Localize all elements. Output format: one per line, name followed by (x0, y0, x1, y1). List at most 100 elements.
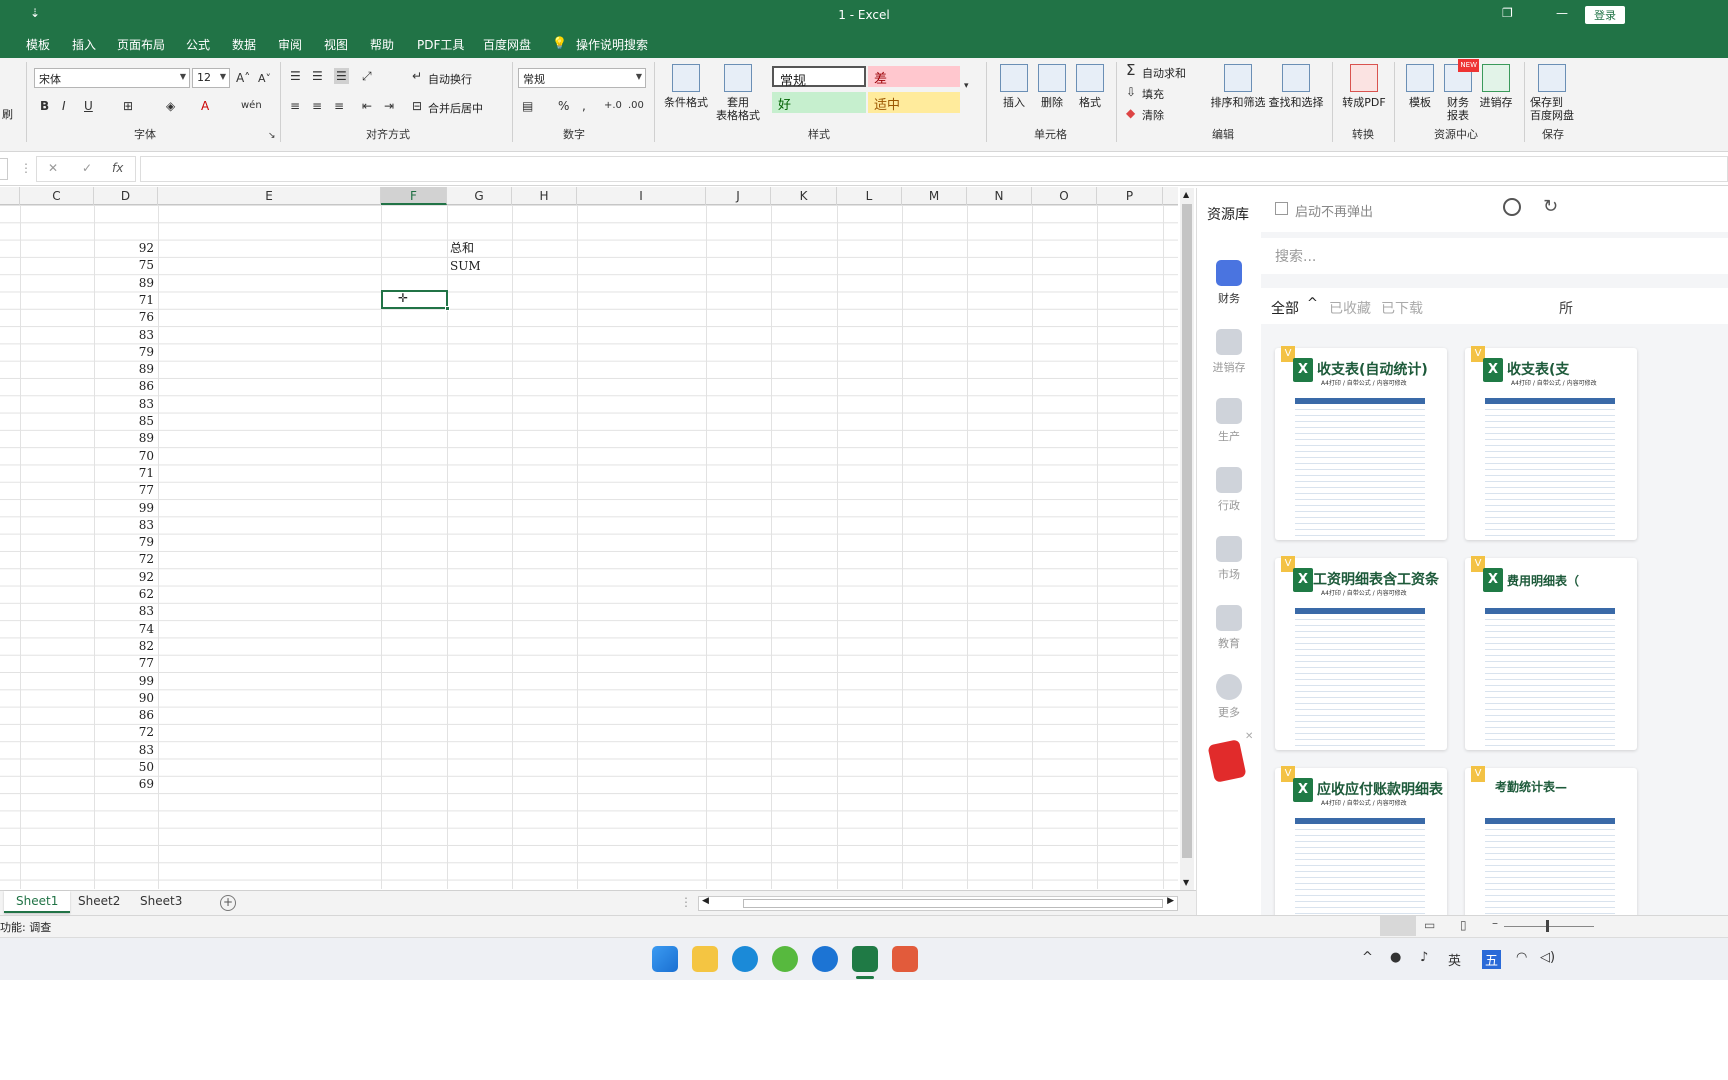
italic-icon[interactable]: I (62, 98, 66, 114)
cell-d-value[interactable]: 86 (94, 707, 154, 724)
template-card[interactable]: V X 工资明细表含工资条 A4打印 / 自带公式 / 内容可修改 (1275, 556, 1447, 750)
cell-d-value[interactable]: 71 (94, 465, 154, 482)
resource-search-input[interactable]: 搜索... (1261, 238, 1728, 274)
cell-d-value[interactable]: 82 (94, 638, 154, 655)
column-header-e[interactable]: E (158, 187, 381, 205)
menu-review[interactable]: 审阅 (278, 36, 302, 53)
formula-bar-options-icon[interactable]: ⋮ (20, 160, 32, 176)
scroll-thumb[interactable] (1182, 204, 1192, 858)
cell-d-value[interactable]: 50 (94, 759, 154, 776)
red-packet-icon[interactable] (1207, 739, 1247, 783)
tab-sheet1[interactable]: Sheet1 (4, 891, 71, 913)
column-header-d[interactable]: D (94, 187, 158, 205)
cell-d-value[interactable]: 83 (94, 327, 154, 344)
menu-pdf-tools[interactable]: PDF工具 (417, 36, 464, 53)
style-bad[interactable]: 差 (868, 66, 960, 87)
row-header-corner[interactable] (0, 187, 20, 205)
vertical-scrollbar[interactable]: ▲ ▼ (1180, 188, 1194, 892)
font-size-select[interactable]: 12 ▼ (192, 68, 230, 88)
cell-d-value[interactable]: 71 (94, 292, 154, 309)
inventory-button[interactable]: 进销存 (1478, 64, 1514, 109)
category-market[interactable]: 市场 (1197, 536, 1261, 582)
tell-me-search[interactable]: 操作说明搜索 (576, 36, 648, 53)
volume-icon[interactable]: ◁) (1540, 950, 1555, 965)
cell-d-value[interactable]: 79 (94, 344, 154, 361)
column-header-p[interactable]: P (1097, 187, 1163, 205)
tray-chevron-icon[interactable]: ^ (1362, 950, 1373, 965)
save-to-netdisk-button[interactable]: 保存到 百度网盘 (1530, 64, 1578, 122)
number-format-select[interactable]: 常规 ▼ (518, 68, 646, 88)
align-left-icon[interactable]: ≡ (290, 98, 300, 114)
cell-d-value[interactable]: 99 (94, 500, 154, 517)
scroll-left-icon[interactable]: ◀ (702, 896, 709, 906)
cell-d-value[interactable]: 75 (94, 257, 154, 274)
qq-icon[interactable]: ● (1390, 950, 1401, 965)
format-as-table-button[interactable]: 套用 表格格式 (710, 64, 766, 122)
border-icon[interactable]: ⊞ (123, 98, 133, 114)
column-header-c[interactable]: C (20, 187, 94, 205)
cell-d-value[interactable]: 83 (94, 517, 154, 534)
cell-grid[interactable] (0, 205, 1178, 889)
user-icon[interactable] (1503, 198, 1521, 216)
styles-more-icon[interactable]: ▾ (964, 78, 969, 94)
zoom-slider-thumb[interactable] (1546, 920, 1549, 932)
merge-center-button[interactable]: 合并后居中 (428, 100, 483, 116)
horizontal-scrollbar[interactable]: ◀ ▶ (698, 896, 1178, 911)
formula-input[interactable] (140, 156, 1728, 182)
decrease-decimal-button[interactable]: .00 (628, 98, 644, 114)
page-break-view-icon[interactable]: ▯ (1460, 918, 1467, 932)
bold-icon[interactable]: B (40, 98, 49, 114)
fill-button[interactable]: 填充 (1142, 86, 1164, 102)
merge-icon[interactable]: ⊟ (412, 98, 422, 114)
menu-formulas[interactable]: 公式 (186, 36, 210, 53)
cell-d-value[interactable]: 92 (94, 569, 154, 586)
cell-d-value[interactable]: 79 (94, 534, 154, 551)
column-header-i[interactable]: I (577, 187, 706, 205)
menu-insert[interactable]: 插入 (72, 36, 96, 53)
minimize-icon[interactable]: — (1556, 6, 1568, 20)
cell-d-value[interactable]: 72 (94, 551, 154, 568)
underline-icon[interactable]: U (84, 98, 93, 114)
cell-d-value[interactable]: 77 (94, 655, 154, 672)
template-card[interactable]: V X 应收应付账款明细表 A4打印 / 自带公式 / 内容可修改 (1275, 766, 1447, 915)
font-grow-icon[interactable]: A˄ (236, 70, 250, 86)
scroll-down-icon[interactable]: ▼ (1183, 878, 1189, 887)
percent-style-button[interactable]: % (558, 98, 569, 114)
cell-d-value[interactable]: 89 (94, 361, 154, 378)
column-header-g[interactable]: G (447, 187, 512, 205)
template-card[interactable]: V X 收支表(自动统计) A4打印 / 自带公式 / 内容可修改 (1275, 346, 1447, 540)
column-header-h[interactable]: H (512, 187, 577, 205)
find-select-button[interactable]: 查找和选择 (1268, 64, 1324, 109)
clear-button[interactable]: 清除 (1142, 107, 1164, 123)
tab-sheet3[interactable]: Sheet3 (128, 891, 194, 913)
worksheet[interactable]: C D E F G H I J K L M N O P 92 75 89 71 76 83… (0, 187, 1178, 889)
cell-d-value[interactable]: 99 (94, 673, 154, 690)
menu-help[interactable]: 帮助 (370, 36, 394, 53)
windows-start-icon[interactable] (652, 946, 678, 972)
cell-d-value[interactable]: 83 (94, 396, 154, 413)
category-education[interactable]: 教育 (1197, 605, 1261, 651)
cell-d-value[interactable]: 89 (94, 430, 154, 447)
conditional-format-button[interactable]: 条件格式 (660, 64, 712, 109)
filter-all[interactable]: 全部 (1271, 298, 1299, 318)
column-header-m[interactable]: M (902, 187, 967, 205)
align-middle-icon[interactable]: ☰ (312, 68, 323, 84)
align-center-icon[interactable]: ≡ (312, 98, 322, 114)
cell-d-value[interactable]: 85 (94, 413, 154, 430)
zoom-out-icon[interactable]: – (1492, 916, 1498, 930)
excel-taskbar-icon[interactable] (852, 946, 878, 972)
cell-d-value[interactable]: 89 (94, 275, 154, 292)
column-header-n[interactable]: N (967, 187, 1032, 205)
category-more[interactable]: 更多 (1197, 674, 1261, 720)
delete-cells-button[interactable]: 删除 (1034, 64, 1070, 109)
font-name-select[interactable]: 宋体 ▼ (34, 68, 190, 88)
font-color-icon[interactable]: A (201, 98, 209, 114)
autosum-button[interactable]: 自动求和 (1142, 65, 1186, 81)
cell-d-value[interactable]: 70 (94, 448, 154, 465)
insert-function-icon[interactable]: fx (112, 160, 123, 176)
chevron-up-icon[interactable]: ^ (1307, 296, 1318, 311)
format-painter-label[interactable]: 刷 (2, 106, 13, 122)
browser-icon[interactable] (772, 946, 798, 972)
align-bottom-icon[interactable]: ☰ (334, 68, 349, 84)
close-promo-icon[interactable]: ✕ (1245, 731, 1253, 742)
